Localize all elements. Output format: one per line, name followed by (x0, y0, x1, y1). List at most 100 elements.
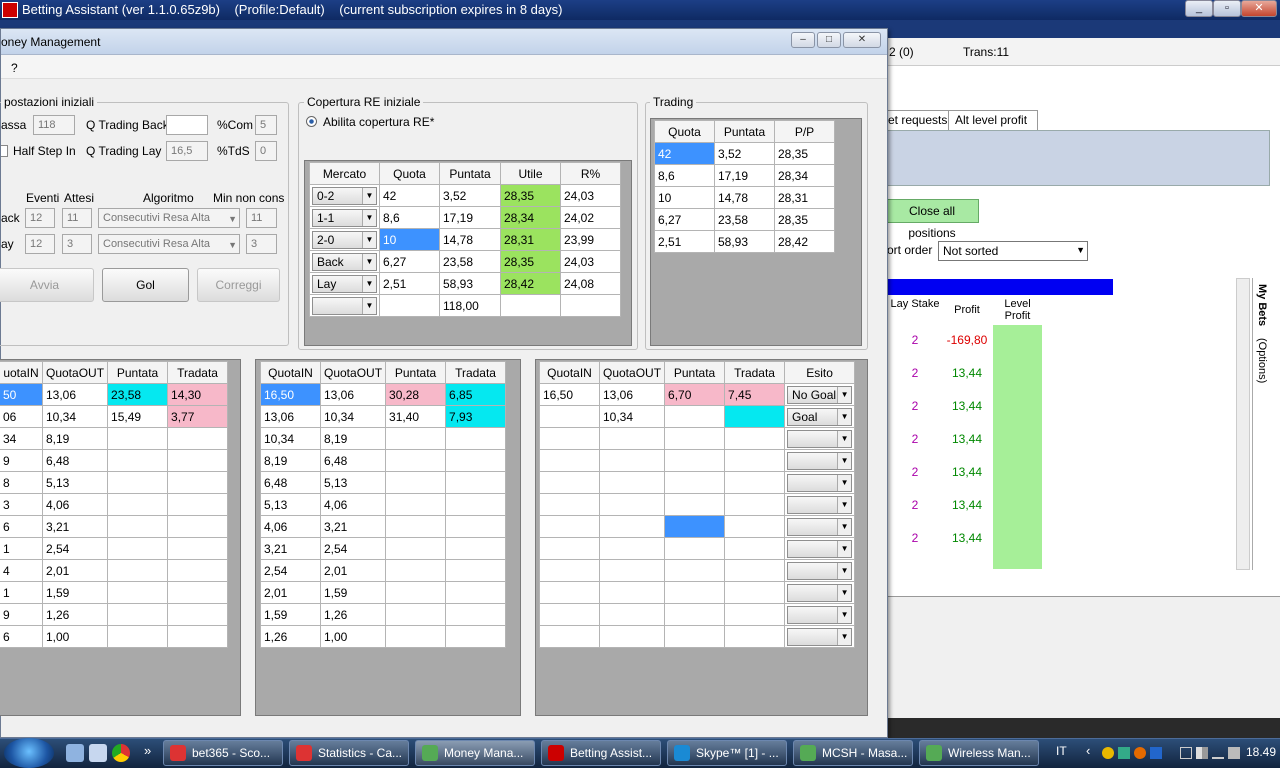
t3-select[interactable]: ▼ (787, 583, 853, 602)
back-eventi-input[interactable]: 12 (25, 208, 55, 228)
cop-cell[interactable]: 2-0 ▼ (309, 228, 380, 251)
t3-cell[interactable] (598, 427, 666, 450)
mm-maximize-button[interactable]: □ (817, 32, 841, 48)
t2-cell[interactable] (445, 603, 507, 626)
close-all-positions-button[interactable]: Close all positions (885, 199, 979, 240)
t1-cell[interactable] (167, 603, 229, 626)
t1-cell[interactable]: 9 (0, 603, 43, 626)
t3-select[interactable]: ▼ (787, 561, 853, 580)
t3-cell[interactable]: 16,50 (539, 383, 600, 406)
q-trading-back-input[interactable] (166, 115, 208, 135)
t3-cell[interactable] (724, 603, 786, 626)
t3-cell[interactable] (664, 449, 726, 472)
cop-cell[interactable]: 14,78 (439, 228, 501, 251)
cop-cell[interactable]: 23,99 (560, 228, 621, 251)
explorer-icon[interactable] (89, 744, 107, 762)
t3-cell[interactable]: ▼ (784, 537, 856, 560)
t1-cell[interactable] (107, 603, 169, 626)
t3-cell[interactable] (724, 471, 786, 494)
t3-select[interactable]: ▼ (787, 517, 853, 536)
t1-cell[interactable] (107, 427, 169, 450)
t3-cell[interactable]: ▼ (784, 559, 856, 582)
t2-cell[interactable] (385, 581, 447, 604)
cop-cell[interactable]: 42 (379, 184, 440, 207)
t2-cell[interactable] (445, 581, 507, 604)
trading-cell[interactable]: 58,93 (714, 230, 775, 253)
cop-cell[interactable] (379, 294, 440, 317)
cop-cell[interactable]: 2,51 (379, 272, 440, 295)
tab-alt-level-profit[interactable]: Alt level profit (948, 110, 1038, 130)
t2-cell[interactable]: 31,40 (385, 405, 447, 428)
t2-cell[interactable] (385, 625, 447, 648)
cop-cell[interactable]: 24,08 (560, 272, 621, 295)
t1-cell[interactable]: 8 (0, 471, 43, 494)
t3-cell[interactable] (539, 537, 600, 560)
tray-battery-icon[interactable] (1196, 747, 1208, 759)
t1-cell[interactable]: 2,54 (41, 537, 109, 560)
t3-select[interactable]: Goal ▼ (787, 407, 853, 426)
t1-cell[interactable] (107, 471, 169, 494)
t1-cell[interactable]: 3 (0, 493, 43, 516)
tds-input[interactable]: 0 (255, 141, 277, 161)
t3-cell[interactable]: 13,06 (598, 383, 666, 406)
t2-cell[interactable]: 3,21 (319, 515, 387, 538)
mm-close-button[interactable]: ✕ (843, 32, 881, 48)
t3-select[interactable]: ▼ (787, 495, 853, 514)
t1-cell[interactable]: 14,30 (167, 383, 229, 406)
t3-cell[interactable] (664, 625, 726, 648)
q-trading-lay-input[interactable]: 16,5 (166, 141, 208, 161)
t2-cell[interactable] (385, 559, 447, 582)
t3-cell[interactable] (724, 493, 786, 516)
cop-cell[interactable]: 24,03 (560, 250, 621, 273)
t3-cell[interactable]: ▼ (784, 581, 856, 604)
t3-cell[interactable] (664, 493, 726, 516)
t2-cell[interactable] (445, 427, 507, 450)
close-button[interactable]: ✕ (1241, 0, 1277, 17)
t2-cell[interactable] (445, 493, 507, 516)
trading-cell[interactable]: 28,34 (774, 164, 835, 187)
trading-cell[interactable]: 42 (654, 142, 715, 165)
t1-cell[interactable]: 6 (0, 625, 43, 648)
t3-cell[interactable] (598, 537, 666, 560)
t2-cell[interactable] (385, 471, 447, 494)
t3-cell[interactable] (539, 493, 600, 516)
taskbar-item[interactable]: bet365 - Sco... (163, 740, 283, 766)
back-min-input[interactable]: 11 (246, 208, 277, 228)
t1-cell[interactable] (167, 493, 229, 516)
tray-action-center-icon[interactable] (1180, 747, 1192, 759)
t1-cell[interactable] (167, 559, 229, 582)
trading-cell[interactable]: 28,31 (774, 186, 835, 209)
t3-cell[interactable] (724, 405, 786, 428)
cop-select[interactable]: Lay ▼ (312, 274, 377, 293)
t3-cell[interactable] (664, 515, 726, 538)
t1-cell[interactable]: 34 (0, 427, 43, 450)
cop-cell[interactable] (560, 294, 621, 317)
start-button[interactable] (4, 738, 54, 768)
t1-cell[interactable] (107, 581, 169, 604)
t3-cell[interactable] (598, 449, 666, 472)
t2-cell[interactable]: 8,19 (260, 449, 321, 472)
t1-cell[interactable] (167, 581, 229, 604)
taskbar-item[interactable]: Betting Assist... (541, 740, 661, 766)
t2-cell[interactable] (385, 493, 447, 516)
t3-cell[interactable]: Goal ▼ (784, 405, 856, 428)
minimize-button[interactable]: _ (1185, 0, 1213, 17)
t3-cell[interactable]: ▼ (784, 625, 856, 648)
t3-cell[interactable]: 6,70 (664, 383, 726, 406)
cop-cell[interactable]: Lay ▼ (309, 272, 380, 295)
t2-cell[interactable]: 4,06 (319, 493, 387, 516)
t1-cell[interactable] (167, 471, 229, 494)
t2-cell[interactable] (445, 515, 507, 538)
taskbar-item[interactable]: Wireless Man... (919, 740, 1039, 766)
cop-cell[interactable]: 28,34 (500, 206, 561, 229)
tray-volume-icon[interactable] (1228, 747, 1240, 759)
trading-cell[interactable]: 28,42 (774, 230, 835, 253)
t3-cell[interactable] (598, 515, 666, 538)
avvia-button[interactable]: Avvia (0, 268, 94, 302)
t1-cell[interactable] (107, 493, 169, 516)
t1-cell[interactable] (107, 537, 169, 560)
my-bets-sidebar[interactable]: My Bets (Options) (1252, 278, 1272, 570)
t3-cell[interactable]: ▼ (784, 493, 856, 516)
t2-cell[interactable] (385, 449, 447, 472)
t3-cell[interactable] (598, 493, 666, 516)
